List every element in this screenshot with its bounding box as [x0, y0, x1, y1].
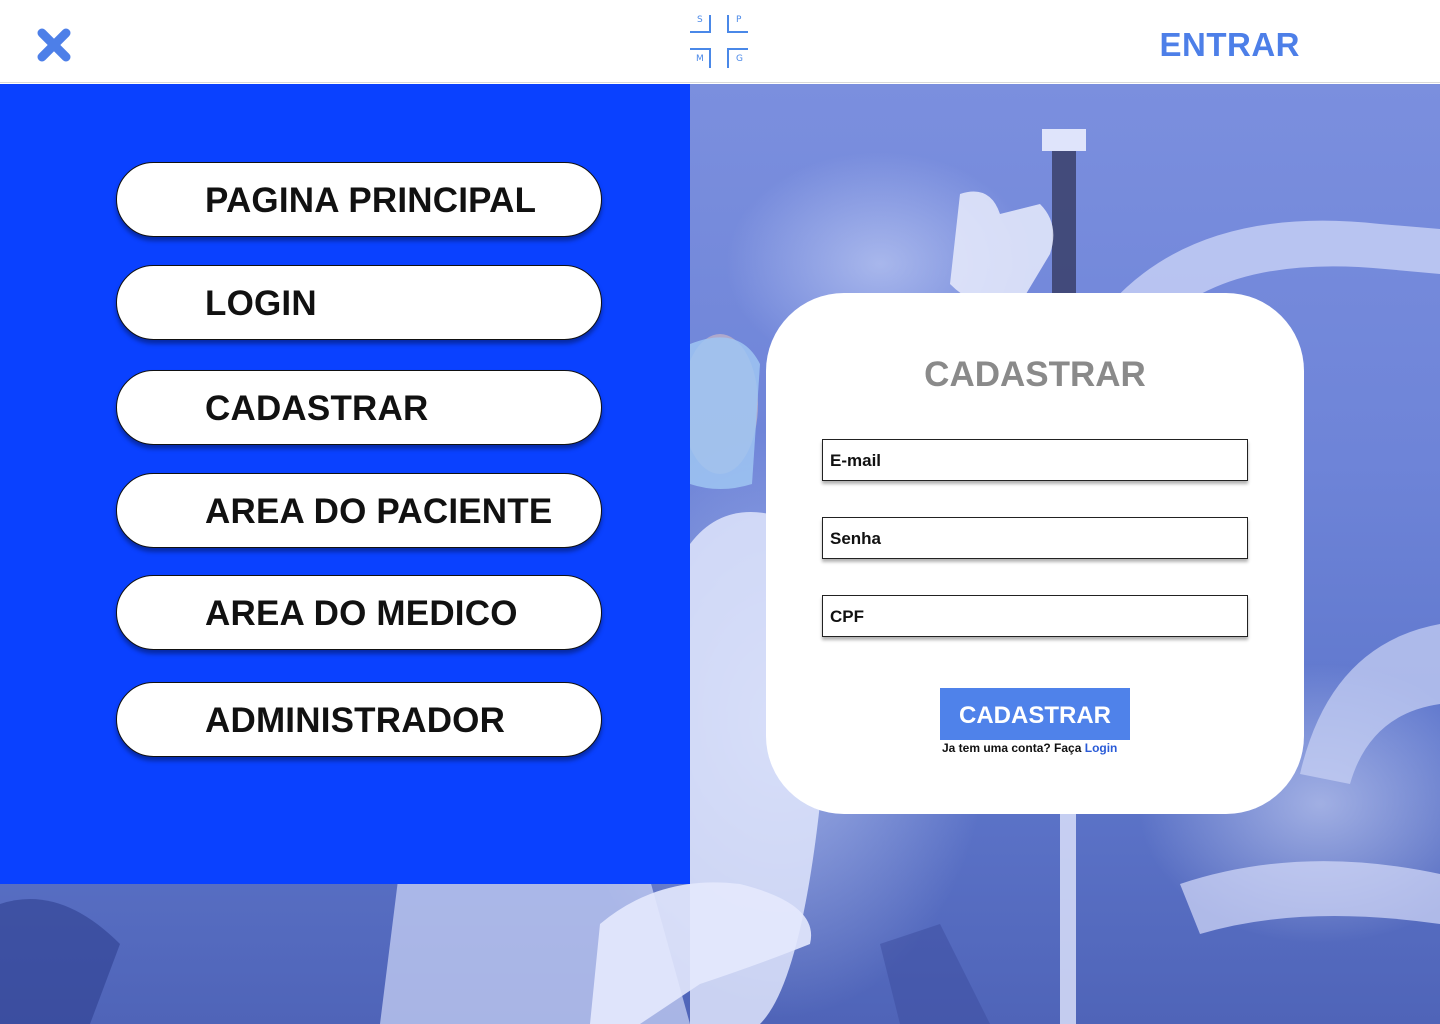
email-field-placeholder: E-mail [830, 451, 882, 470]
menu-item-label: AREA DO PACIENTE [205, 492, 553, 531]
cadastrar-button[interactable]: CADASTRAR [940, 688, 1130, 740]
cpf-field-placeholder: CPF [830, 607, 864, 626]
login-link[interactable]: Login [1085, 741, 1118, 755]
login-hint-text: Ja tem uma conta? Faça [942, 741, 1082, 755]
spmg-logo: S P M G [688, 12, 752, 72]
logo-letter-m: M [696, 54, 704, 64]
password-field[interactable]: Senha [822, 517, 1248, 559]
register-title: CADASTRAR [924, 355, 1146, 394]
menu-item-label: ADMINISTRADOR [205, 701, 506, 740]
menu-item-login[interactable]: LOGIN [116, 265, 602, 340]
menu-item-label: AREA DO MEDICO [205, 594, 518, 633]
logo-letter-p: P [736, 15, 742, 25]
top-bar: S P M G ENTRAR [0, 0, 1440, 83]
menu-item-area-do-medico[interactable]: AREA DO MEDICO [116, 575, 602, 650]
register-card: CADASTRAR E-mail Senha CPF CADASTRAR Ja … [766, 293, 1304, 814]
entrar-link[interactable]: ENTRAR [1160, 26, 1301, 64]
cpf-field[interactable]: CPF [822, 595, 1248, 637]
logo-letter-g: G [736, 54, 743, 64]
side-menu-panel: PAGINA PRINCIPAL LOGIN CADASTRAR AREA DO… [0, 84, 690, 884]
menu-item-label: CADASTRAR [205, 389, 429, 428]
menu-item-cadastrar[interactable]: CADASTRAR [116, 370, 602, 445]
menu-item-label: PAGINA PRINCIPAL [205, 181, 537, 220]
email-field[interactable]: E-mail [822, 439, 1248, 481]
close-icon[interactable] [34, 26, 74, 64]
menu-item-area-do-paciente[interactable]: AREA DO PACIENTE [116, 473, 602, 548]
password-field-placeholder: Senha [830, 529, 882, 548]
menu-item-administrador[interactable]: ADMINISTRADOR [116, 682, 602, 757]
login-hint: Ja tem uma conta? Faça Login [942, 741, 1117, 755]
menu-item-pagina-principal[interactable]: PAGINA PRINCIPAL [116, 162, 602, 237]
cadastrar-button-label: CADASTRAR [959, 702, 1111, 729]
logo-letter-s: S [697, 15, 703, 25]
menu-item-label: LOGIN [205, 284, 317, 323]
